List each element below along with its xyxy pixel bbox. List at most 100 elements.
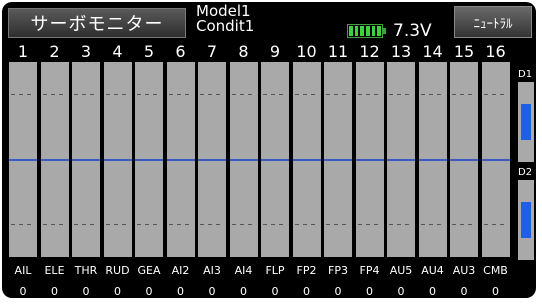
bar-tick — [452, 94, 476, 95]
bar-tick — [11, 224, 35, 225]
channel-bar — [450, 62, 478, 257]
channel-bar — [40, 62, 69, 257]
channel-number: 3 — [80, 42, 92, 61]
servo-monitor-screen: サーボモニター Model1 Condit1 7.3V ﾆｭｰﾄﾗﾙ 1 AIL 0… — [2, 2, 536, 298]
channel-function-label: THR — [74, 264, 98, 277]
channel-number: 12 — [359, 42, 380, 61]
channel-number: 11 — [327, 42, 349, 61]
bar-center-line — [9, 159, 37, 161]
channel-bar — [387, 62, 415, 257]
channel-number: 15 — [453, 42, 475, 61]
bar-center-line — [292, 159, 321, 161]
channel-bar — [418, 62, 447, 257]
bar-tick — [357, 94, 382, 95]
bar-tick — [326, 94, 350, 95]
bar-tick — [420, 94, 445, 95]
bar-tick — [357, 224, 382, 225]
battery-full-icon — [347, 24, 386, 38]
bar-center-line — [450, 159, 478, 161]
bar-tick — [263, 94, 287, 95]
neutral-button[interactable]: ﾆｭｰﾄﾗﾙ — [454, 6, 532, 38]
channel-number: 13 — [390, 42, 412, 61]
channel-value: 0 — [240, 285, 247, 298]
bar-tick — [42, 94, 67, 95]
channel-value: 0 — [82, 285, 90, 298]
bar-center-line — [166, 159, 195, 161]
channel-number: 8 — [238, 42, 249, 61]
channel-number: 2 — [49, 42, 60, 61]
d1-bar — [518, 82, 534, 162]
d1-bar-fill — [521, 104, 531, 140]
bar-tick — [137, 94, 161, 95]
bar-tick — [42, 224, 67, 225]
bar-tick — [74, 94, 98, 95]
channel-bar — [324, 62, 352, 257]
bar-tick — [137, 224, 161, 225]
channel-function-label: FP4 — [359, 264, 380, 277]
channel-value: 0 — [208, 285, 216, 298]
channel-function-label: AI2 — [171, 264, 190, 277]
channel-bar — [103, 62, 132, 257]
channel-function-label: FP2 — [296, 264, 317, 277]
channel-bar — [229, 62, 258, 257]
channel-function-label: CMB — [483, 264, 508, 277]
bar-tick — [326, 224, 350, 225]
bar-tick — [105, 224, 130, 225]
bar-tick — [168, 94, 193, 95]
channel-value: 0 — [429, 285, 436, 298]
channel-function-label: AU4 — [421, 264, 444, 277]
channel-function-label: AU3 — [452, 264, 476, 277]
channel-number: 5 — [143, 42, 155, 61]
servo-monitor-title-button[interactable]: サーボモニター — [8, 8, 186, 38]
bar-center-line — [135, 159, 163, 161]
bar-tick — [74, 224, 98, 225]
bar-center-line — [261, 159, 289, 161]
bar-tick — [389, 224, 413, 225]
bar-center-line — [40, 159, 69, 161]
bar-center-line — [418, 159, 447, 161]
bar-tick — [168, 224, 193, 225]
channel-function-label: RUD — [105, 264, 130, 277]
channel-value: 0 — [492, 285, 499, 298]
channel-function-label: FP3 — [328, 264, 348, 277]
d2-bar-fill — [521, 202, 531, 238]
channel-number: 1 — [17, 42, 29, 61]
bar-center-line — [355, 159, 384, 161]
channel-function-label: AI4 — [234, 264, 253, 277]
channel-bar — [135, 62, 163, 257]
channel-bar — [166, 62, 195, 257]
channel-value: 0 — [114, 285, 121, 298]
bar-tick — [231, 94, 256, 95]
bar-center-line — [103, 159, 132, 161]
bar-tick — [483, 224, 508, 225]
bar-tick — [294, 94, 319, 95]
channel-number: 4 — [112, 42, 123, 61]
bar-tick — [483, 94, 508, 95]
bar-center-line — [72, 159, 100, 161]
channel-bar — [355, 62, 384, 257]
channel-number: 9 — [269, 42, 281, 61]
channel-value: 0 — [397, 285, 405, 298]
bar-center-line — [324, 159, 352, 161]
channel-function-label: AI3 — [203, 264, 221, 277]
channel-value: 0 — [303, 285, 310, 298]
channel-value: 0 — [177, 285, 184, 298]
channel-value: 0 — [460, 285, 468, 298]
channel-bar — [261, 62, 289, 257]
channel-number: 16 — [485, 42, 506, 61]
d2-bar — [518, 180, 534, 260]
bar-tick — [11, 94, 35, 95]
battery-voltage: 7.3V — [393, 21, 432, 41]
bar-center-line — [198, 159, 226, 161]
bar-center-line — [481, 159, 510, 161]
channel-number: 6 — [175, 42, 186, 61]
d1-label: D1 — [518, 69, 533, 80]
channel-bar — [198, 62, 226, 257]
bar-tick — [420, 224, 445, 225]
bar-tick — [200, 94, 224, 95]
condition-name: Condit1 — [196, 17, 255, 35]
channel-number: 7 — [206, 42, 218, 61]
bar-tick — [263, 224, 287, 225]
channel-function-label: AIL — [14, 264, 32, 277]
bar-tick — [200, 224, 224, 225]
